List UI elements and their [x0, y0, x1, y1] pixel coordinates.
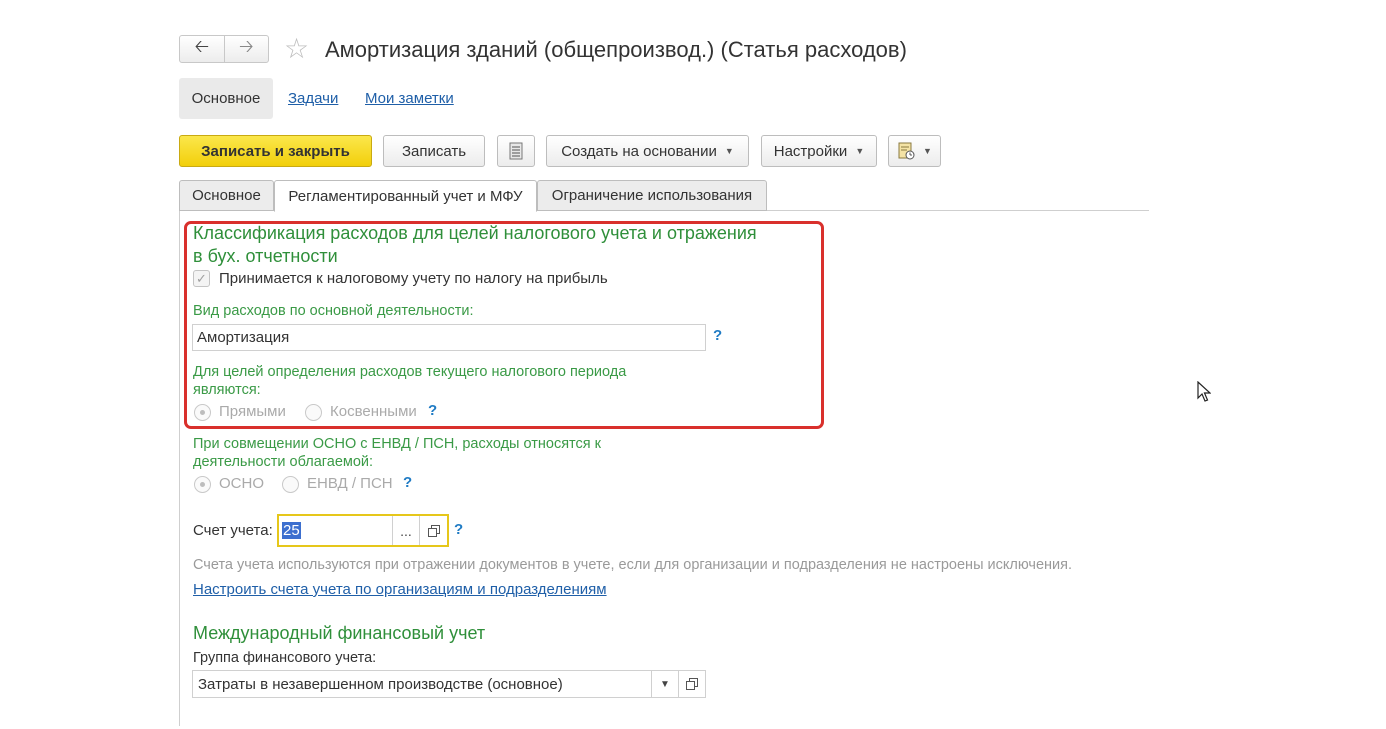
arrow-right-icon: 🡢	[238, 36, 254, 56]
radio-indirect[interactable]	[305, 404, 322, 421]
history-nav: 🡠 🡢	[179, 35, 269, 63]
expense-type-label: Вид расходов по основной деятельности:	[193, 303, 474, 319]
expense-type-value: Амортизация	[197, 329, 290, 346]
settings-label: Настройки	[773, 142, 848, 160]
expense-type-input[interactable]: Амортизация	[192, 324, 706, 351]
star-icon[interactable]: ☆	[284, 34, 309, 64]
checkmark-icon: ✓	[196, 270, 207, 286]
settings-button[interactable]: Настройки ▼	[761, 135, 877, 167]
period-label-line1: Для целей определения расходов текущего …	[193, 364, 627, 380]
create-based-on-label: Создать на основании	[561, 142, 717, 160]
topnav-notes[interactable]: Мои заметки	[365, 89, 454, 109]
radio-indirect-label: Косвенными	[330, 403, 417, 420]
chevron-down-icon: ▼	[923, 146, 932, 156]
open-icon	[427, 524, 440, 537]
account-value-cell[interactable]: 25	[279, 516, 392, 545]
content-left-border	[179, 211, 180, 726]
account-input[interactable]: 25 ...	[277, 514, 449, 547]
tab-regulated-accounting[interactable]: Регламентированный учет и МФУ	[274, 180, 537, 212]
help-icon[interactable]: ?	[454, 521, 463, 538]
ifrs-heading: Международный финансовый учет	[193, 623, 486, 643]
chevron-down-icon: ▼	[660, 678, 670, 690]
financial-group-open-button[interactable]	[678, 671, 705, 697]
report-icon	[898, 142, 915, 160]
tax-section-heading-line2: в бух. отчетности	[193, 246, 338, 266]
configure-accounts-link[interactable]: Настроить счета учета по организациям и …	[193, 580, 607, 600]
account-hint: Счета учета используются при отражении д…	[193, 557, 1072, 573]
radio-envd[interactable]	[282, 476, 299, 493]
mouse-cursor-icon	[1197, 381, 1211, 402]
dropdown-button[interactable]: ▼	[651, 671, 678, 697]
profit-tax-checkbox[interactable]: ✓	[193, 270, 210, 287]
account-label: Счет учета:	[193, 522, 273, 539]
ellipsis-icon: ...	[400, 522, 412, 539]
envd-label-line1: При совмещении ОСНО с ЕНВД / ПСН, расход…	[193, 436, 601, 452]
create-based-on-button[interactable]: Создать на основании ▼	[546, 135, 749, 167]
help-icon[interactable]: ?	[713, 327, 722, 344]
open-icon	[686, 678, 698, 690]
topnav-tasks[interactable]: Задачи	[288, 89, 338, 109]
account-select-button[interactable]: ...	[391, 516, 420, 545]
account-open-button[interactable]	[419, 516, 447, 545]
financial-group-value: Затраты в незавершенном производстве (ос…	[198, 675, 563, 693]
tab-usage-restriction[interactable]: Ограничение использования	[537, 180, 767, 211]
reports-button[interactable]: ▼	[888, 135, 941, 167]
financial-group-label: Группа финансового учета:	[193, 650, 377, 666]
save-and-close-button[interactable]: Записать и закрыть	[179, 135, 372, 167]
forward-button[interactable]: 🡢	[225, 36, 269, 62]
radio-envd-label: ЕНВД / ПСН	[307, 475, 393, 492]
profit-tax-checkbox-label: Принимается к налоговому учету по налогу…	[219, 270, 608, 287]
chevron-down-icon: ▼	[855, 146, 865, 156]
save-button[interactable]: Записать	[383, 135, 485, 167]
envd-label-line2: деятельности облагаемой:	[193, 454, 374, 470]
list-button[interactable]	[497, 135, 535, 167]
chevron-down-icon: ▼	[724, 146, 734, 156]
financial-group-select[interactable]: Затраты в незавершенном производстве (ос…	[192, 670, 706, 698]
period-label-line2: являются:	[193, 382, 261, 398]
help-icon[interactable]: ?	[428, 402, 437, 419]
radio-direct[interactable]	[194, 404, 211, 421]
document-list-icon	[509, 142, 523, 160]
help-icon[interactable]: ?	[403, 474, 412, 491]
radio-dot-icon	[200, 482, 205, 487]
tax-section-heading-line1: Классификация расходов для целей налогов…	[193, 223, 757, 243]
radio-osno-label: ОСНО	[219, 475, 264, 492]
topnav-main[interactable]: Основное	[179, 78, 273, 119]
radio-osno[interactable]	[194, 476, 211, 493]
radio-dot-icon	[200, 410, 205, 415]
radio-direct-label: Прямыми	[219, 403, 286, 420]
account-value: 25	[282, 522, 301, 539]
page-title: Амортизация зданий (общепроизвод.) (Стат…	[325, 37, 907, 62]
back-button[interactable]: 🡠	[180, 36, 225, 62]
arrow-left-icon: 🡠	[194, 36, 210, 56]
tab-main[interactable]: Основное	[179, 180, 274, 211]
